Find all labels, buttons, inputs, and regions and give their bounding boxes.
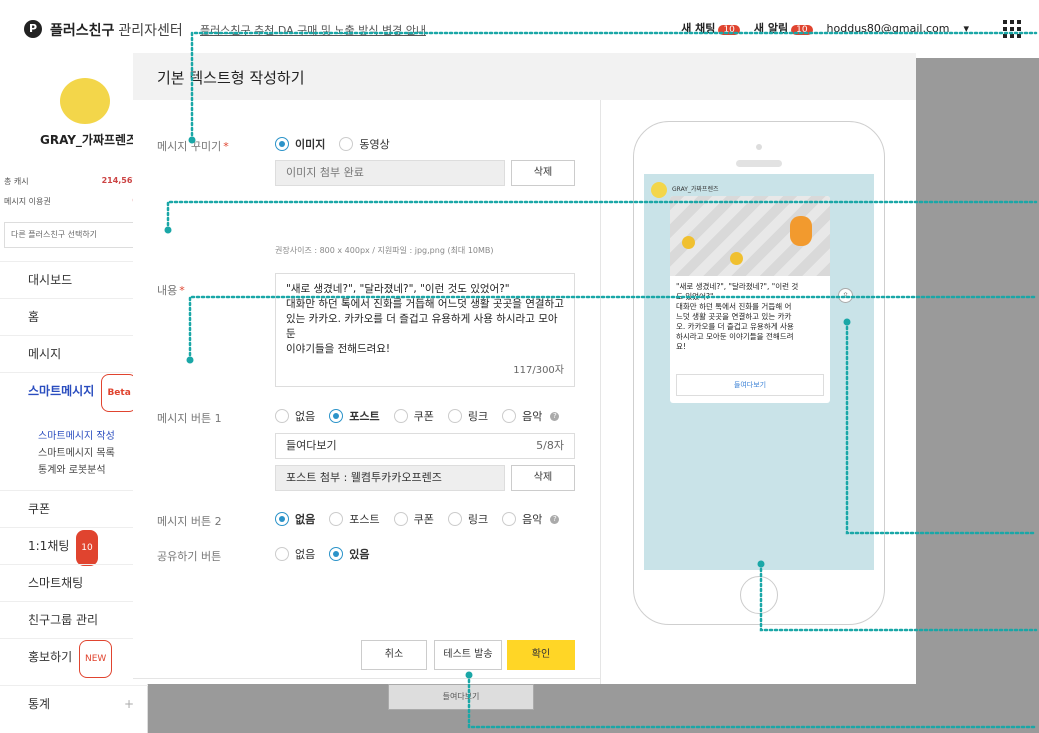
beta-badge: Beta xyxy=(101,374,137,412)
nav-chat[interactable]: 1:1채팅 10 xyxy=(0,527,148,566)
radio-image[interactable]: 이미지 xyxy=(275,136,325,152)
compose-form: 메시지 꾸미기 * 이미지 동영상 이미지 첨부 완료 삭제 권장사이즈 : 80… xyxy=(133,100,601,684)
new-badge: NEW xyxy=(79,640,113,678)
nav-stats[interactable]: 통계 + xyxy=(0,685,148,722)
new-chat-link[interactable]: 새 채팅 10 xyxy=(681,20,740,36)
phone-camera xyxy=(756,144,762,150)
share-none[interactable]: 없음 xyxy=(275,546,315,562)
btn1-none[interactable]: 없음 xyxy=(275,408,315,424)
help-icon[interactable]: ? xyxy=(550,514,560,524)
phone-speaker xyxy=(736,160,782,167)
new-alert-badge: 10 xyxy=(791,25,813,35)
plusfriend-logo-icon[interactable]: P xyxy=(24,20,42,38)
chat-avatar xyxy=(651,182,667,198)
footer-divider xyxy=(133,678,601,679)
new-chat-badge: 10 xyxy=(718,25,740,35)
test-send-button[interactable]: 테스트 발송 xyxy=(434,640,502,670)
help-icon[interactable]: ? xyxy=(550,411,560,421)
content-counter: 117/300자 xyxy=(513,365,564,376)
sub-smart-message-list[interactable]: 스마트메시지 목록 xyxy=(38,444,115,459)
sub-stats-analysis[interactable]: 통계와 로봇분석 xyxy=(38,461,106,476)
btn2-music[interactable]: 음악? xyxy=(502,511,560,527)
cash-row: 총 캐시 214,567 xyxy=(4,176,138,186)
nav-dashboard[interactable]: 대시보드 xyxy=(0,261,148,298)
btn2-post[interactable]: 포스트 xyxy=(329,511,380,527)
post-attach-field: 포스트 첨부 : 웰켬투카카오프렌즈 xyxy=(275,465,505,491)
nav-home[interactable]: 홈 xyxy=(0,298,148,335)
background-peek-button: 들여다보기 xyxy=(388,684,534,710)
nav-coupon[interactable]: 쿠폰 xyxy=(0,490,148,527)
image-decoration xyxy=(682,236,695,249)
message-text: "새로 생겼네?", "달라졌네?", "이런 것 도 있었어?" 대화만 하던… xyxy=(676,282,799,351)
message-voucher-row: 메시지 이용권0 xyxy=(4,196,138,206)
btn1-coupon[interactable]: 쿠폰 xyxy=(393,408,434,424)
image-hint: 권장사이즈 : 800 x 400px / 지원파일 : jpg,png (최대… xyxy=(275,246,494,255)
chat-sender-name: GRAY_가짜프렌즈 xyxy=(672,186,719,193)
share-radio-group: 없음 있음 xyxy=(275,546,370,562)
nav-smart-message[interactable]: 스마트메시지 Beta xyxy=(0,372,148,412)
btn1-post[interactable]: 포스트 xyxy=(329,408,380,424)
image-character xyxy=(790,216,812,246)
nav-smart-chat[interactable]: 스마트채팅 xyxy=(0,564,148,601)
content-textarea[interactable]: "새로 생겼네?", "달라졌네?", "이런 것도 있었어?" 대화만 하던 … xyxy=(275,273,575,387)
nav-promote[interactable]: 홍보하기 NEW xyxy=(0,638,148,678)
new-alert-link[interactable]: 새 알림 10 xyxy=(754,20,813,36)
btn2-none[interactable]: 없음 xyxy=(275,511,315,527)
content-label: 내용 * xyxy=(157,284,185,297)
btn1-music[interactable]: 음악? xyxy=(502,408,560,424)
radio-image-dot[interactable] xyxy=(275,137,289,151)
button1-text-input[interactable]: 들여다보기 5/8자 xyxy=(275,433,575,459)
btn2-link[interactable]: 링크 xyxy=(447,511,488,527)
profile-name: GRAY_가짜프렌즈 xyxy=(40,133,138,147)
other-friend-select[interactable]: 다른 플러스친구 선택하기 xyxy=(4,222,134,248)
radio-video-dot[interactable] xyxy=(339,137,354,151)
btn2-coupon[interactable]: 쿠폰 xyxy=(393,511,434,527)
preview-message-button: 들여다보기 xyxy=(676,374,824,396)
account-dropdown-icon[interactable]: ▾ xyxy=(963,22,969,35)
image-attach-field: 이미지 첨부 완료 xyxy=(275,160,505,186)
image-decoration xyxy=(730,252,743,265)
post-delete-button[interactable]: 삭제 xyxy=(511,465,575,491)
nav-message[interactable]: 메시지 xyxy=(0,335,148,372)
button1-label: 메시지 버튼 1 xyxy=(157,412,222,425)
sidebar: GRAY_가짜프렌즈 총 캐시214,567 메시지 이용권0 다른 플러스친구… xyxy=(0,58,148,733)
phone-home-button xyxy=(740,576,778,614)
radio-video[interactable]: 동영상 xyxy=(339,136,390,152)
notice-link[interactable]: 플러스친구 추천 DA 구매 및 노출 방식 변경 안내 xyxy=(200,22,426,38)
image-delete-button[interactable]: 삭제 xyxy=(511,160,575,186)
media-radio-group: 이미지 동영상 xyxy=(275,136,390,152)
message-bubble: "새로 생겼네?", "달라졌네?", "이런 것 도 있었어?" 대화만 하던… xyxy=(670,196,830,403)
compose-modal: 기본 텍스트형 작성하기 메시지 꾸미기 * 이미지 동영상 이미지 첨부 완료 … xyxy=(133,53,916,684)
top-bar: P 플러스친구 관리자센터 플러스친구 추천 DA 구매 및 노출 방식 변경 안… xyxy=(0,0,1039,58)
share-yes[interactable]: 있음 xyxy=(329,546,370,562)
media-label: 메시지 꾸미기 * xyxy=(157,140,229,153)
btn1-link[interactable]: 링크 xyxy=(447,408,488,424)
share-icon: ⇪ xyxy=(838,288,853,303)
phone-screen: GRAY_가짜프렌즈 "새로 생겼네?", "달라졌네?", "이런 것 도 있… xyxy=(644,174,874,570)
confirm-button[interactable]: 확인 xyxy=(507,640,575,670)
nav-friend-group[interactable]: 친구그룹 관리 xyxy=(0,601,148,638)
modal-header: 기본 텍스트형 작성하기 xyxy=(133,53,916,100)
profile-avatar xyxy=(60,78,110,124)
apps-grid-icon[interactable] xyxy=(1003,20,1021,38)
chat-badge: 10 xyxy=(76,530,98,566)
button2-label: 메시지 버튼 2 xyxy=(157,515,222,528)
modal-title: 기본 텍스트형 작성하기 xyxy=(157,69,305,87)
expand-plus-icon[interactable]: + xyxy=(124,686,134,722)
top-right-menu: 새 채팅 10 새 알림 10 hoddus80@gmail.com ▾ xyxy=(681,20,969,36)
phone-preview: GRAY_가짜프렌즈 "새로 생겼네?", "달라졌네?", "이런 것 도 있… xyxy=(633,121,885,625)
sub-smart-message-write[interactable]: 스마트메시지 작성 xyxy=(38,427,115,442)
brand-title[interactable]: 플러스친구 관리자센터 xyxy=(50,20,183,40)
button1-radio-group: 없음 포스트 쿠폰 링크 음악? xyxy=(275,408,560,424)
cancel-button[interactable]: 취소 xyxy=(361,640,427,670)
account-email[interactable]: hoddus80@gmail.com xyxy=(827,22,950,35)
share-label: 공유하기 버튼 xyxy=(157,550,222,563)
button2-radio-group: 없음 포스트 쿠폰 링크 음악? xyxy=(275,511,560,527)
